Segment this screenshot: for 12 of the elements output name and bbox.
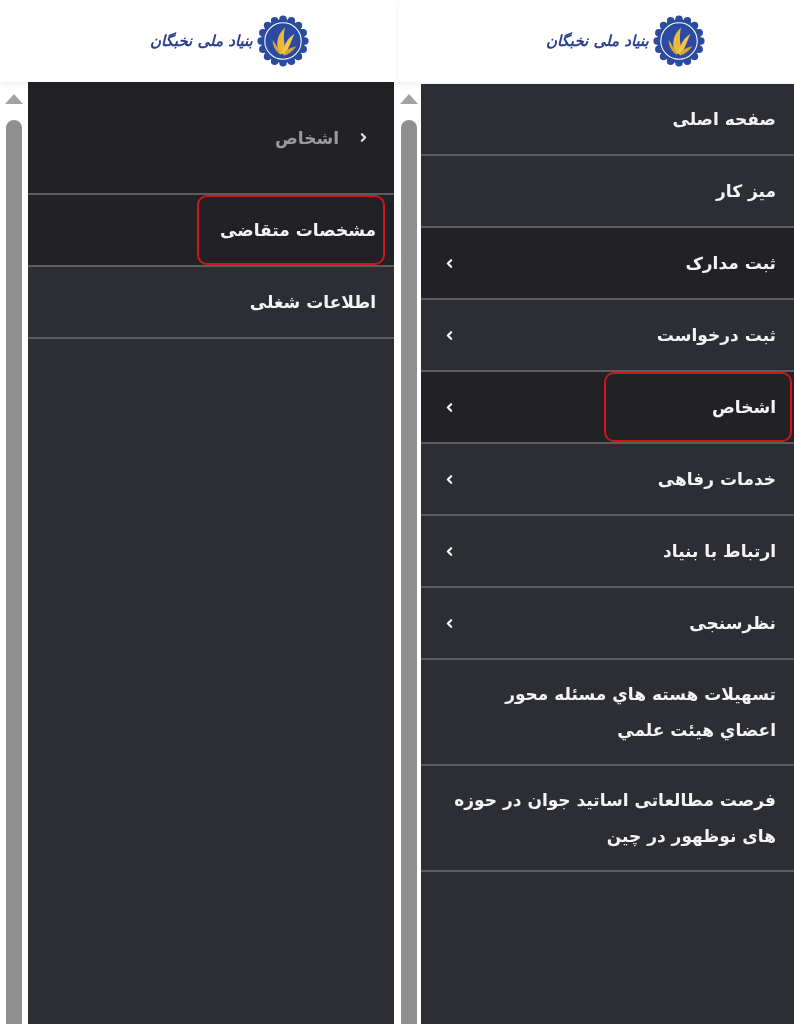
scrollbar-thumb[interactable] (6, 120, 22, 1024)
scroll-up-arrow-icon[interactable] (5, 94, 23, 104)
logo-wordmark: بنیاد ملی نخبگان (546, 30, 649, 52)
menu-item[interactable]: ثبت مدارک (421, 228, 794, 300)
scroll-up-arrow-icon[interactable] (399, 94, 418, 104)
emblem-icon (652, 15, 705, 67)
menu-item[interactable]: مشخصات متقاضی (28, 195, 394, 267)
back-menu-item[interactable]: اشخاص (28, 82, 394, 195)
emblem-icon (256, 15, 309, 67)
scrollbar-thumb[interactable] (400, 120, 417, 1024)
menu-item[interactable]: اشخاص (421, 372, 794, 444)
logo-wordmark: بنیاد ملی نخبگان (150, 30, 253, 52)
